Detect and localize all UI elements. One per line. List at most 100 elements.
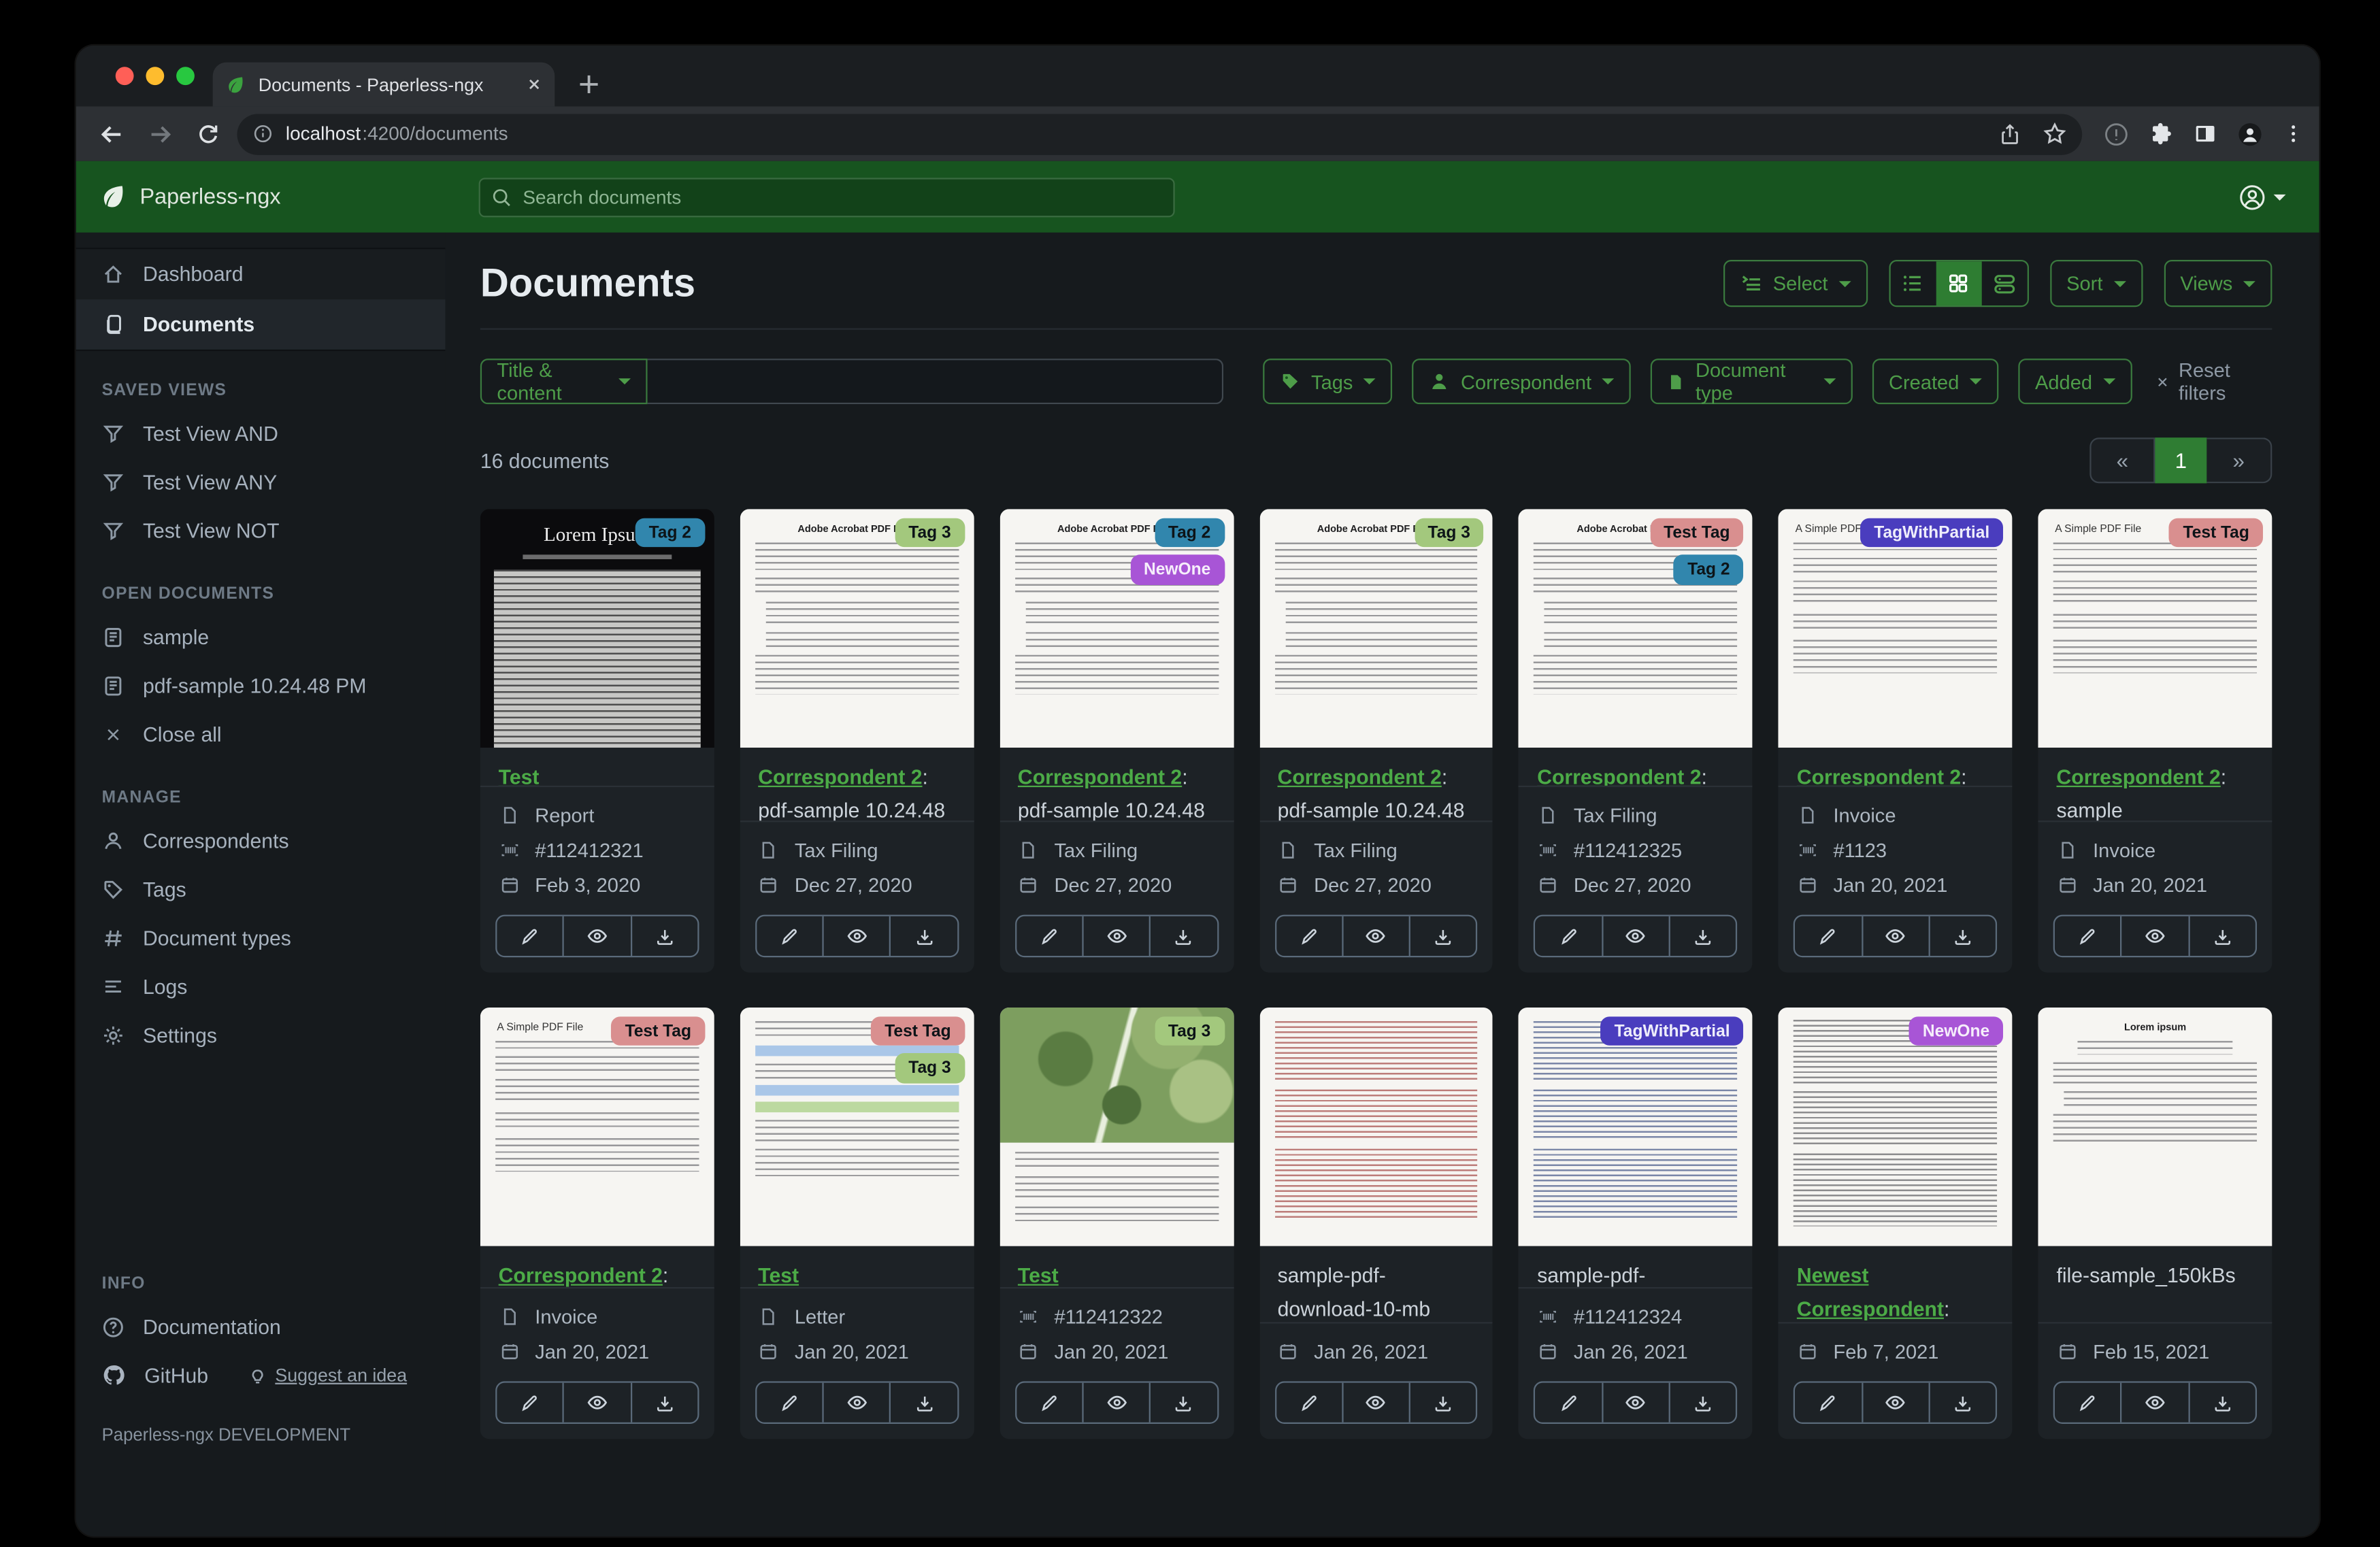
filter-field-button[interactable]: Title & content	[480, 359, 648, 404]
sidebar-item-sample[interactable]: sample	[76, 612, 446, 661]
download-button[interactable]	[2188, 1383, 2255, 1423]
tag-badge[interactable]: Test Tag	[871, 1016, 965, 1046]
download-button[interactable]	[1409, 916, 1476, 956]
document-thumbnail[interactable]	[1259, 1008, 1493, 1246]
tag-badge[interactable]: Tag 3	[1155, 1016, 1225, 1046]
side-panel-icon[interactable]	[2193, 122, 2217, 146]
address-bar[interactable]: localhost :4200/documents	[237, 113, 2082, 154]
tag-badge[interactable]: Test Tag	[611, 1016, 705, 1046]
tag-badge[interactable]: TagWithPartial	[1860, 518, 2003, 548]
pagination-first-button[interactable]: «	[2089, 437, 2155, 483]
correspondent-link[interactable]: Test Correspondent	[499, 766, 646, 787]
sidebar-item-tags[interactable]: Tags	[76, 865, 446, 913]
preview-button[interactable]	[1861, 916, 1928, 956]
tag-badge[interactable]: Tag 2	[635, 518, 706, 548]
correspondent-link[interactable]: Correspondent 2	[758, 766, 922, 789]
edit-button[interactable]	[1017, 1383, 1082, 1423]
tag-badge[interactable]: Test Tag	[2169, 518, 2263, 548]
extensions-puzzle-icon[interactable]	[2149, 122, 2173, 146]
suggest-idea-link[interactable]: Suggest an idea	[248, 1365, 407, 1386]
tab-close-icon[interactable]	[526, 76, 543, 93]
bookmark-star-icon[interactable]	[2043, 122, 2067, 146]
user-menu[interactable]	[2238, 183, 2285, 210]
filter-document-type-button[interactable]: Document type	[1651, 359, 1852, 404]
views-button[interactable]: Views	[2164, 260, 2272, 307]
close-window-button[interactable]	[116, 67, 134, 85]
share-icon[interactable]	[1998, 122, 2021, 146]
tag-badge[interactable]: Tag 2	[1155, 518, 1225, 548]
edit-button[interactable]	[1536, 916, 1602, 956]
sidebar-item-test-view-and[interactable]: Test View AND	[76, 409, 446, 457]
edit-button[interactable]	[2055, 916, 2121, 956]
preview-button[interactable]	[563, 916, 630, 956]
tag-badge[interactable]: Test Tag	[1650, 518, 1744, 548]
download-button[interactable]	[890, 1383, 957, 1423]
edit-button[interactable]	[757, 1383, 823, 1423]
profile-avatar-icon[interactable]	[2237, 121, 2263, 147]
correspondent-link[interactable]: Test Correspondent	[1018, 1264, 1165, 1288]
preview-button[interactable]	[823, 916, 890, 956]
pagination-last-button[interactable]: »	[2207, 437, 2272, 483]
correspondent-link[interactable]: Test Correspondent	[758, 1264, 905, 1288]
edit-button[interactable]	[1017, 916, 1082, 956]
preview-button[interactable]	[1602, 916, 1669, 956]
new-tab-button[interactable]	[576, 71, 602, 97]
sidebar-item-documents[interactable]: Documents	[76, 299, 446, 350]
site-info-icon[interactable]	[252, 123, 274, 144]
correspondent-link[interactable]: Correspondent 2	[1018, 766, 1182, 789]
filter-added-button[interactable]: Added	[2018, 359, 2132, 404]
document-thumbnail[interactable]: Lorem IpsumTag 2	[480, 509, 714, 748]
download-button[interactable]	[2188, 916, 2255, 956]
preview-button[interactable]	[1342, 916, 1409, 956]
edit-button[interactable]	[2055, 1383, 2121, 1423]
tag-badge[interactable]: Tag 2	[1674, 555, 1744, 584]
sidebar-item-settings[interactable]: Settings	[76, 1010, 446, 1059]
preview-button[interactable]	[1602, 1383, 1669, 1423]
document-thumbnail[interactable]: Test TagTag 3	[740, 1008, 974, 1246]
document-thumbnail[interactable]: Adobe Acrobat PDF FilesTag 3	[740, 509, 974, 748]
sidebar-item-test-view-any[interactable]: Test View ANY	[76, 457, 446, 505]
document-thumbnail[interactable]: Adobe Acrobat PDF FilesTag 3	[1259, 509, 1493, 748]
filter-correspondent-button[interactable]: Correspondent	[1412, 359, 1632, 404]
forward-button[interactable]	[140, 114, 180, 154]
download-button[interactable]	[890, 916, 957, 956]
sidebar-item-close-all[interactable]: Close all	[76, 710, 446, 758]
correspondent-link[interactable]: Correspondent 2	[499, 1264, 663, 1287]
correspondent-link[interactable]: Correspondent 2	[1537, 766, 1701, 787]
browser-tab[interactable]: Documents - Paperless-ngx	[213, 63, 555, 107]
download-button[interactable]	[1669, 1383, 1736, 1423]
sidebar-item-document-types[interactable]: Document types	[76, 913, 446, 961]
download-button[interactable]	[1149, 1383, 1217, 1423]
preview-button[interactable]	[563, 1383, 630, 1423]
sidebar-item-documentation[interactable]: Documentation	[76, 1302, 446, 1350]
document-thumbnail[interactable]: Adobe Acrobat PDF FilesTest TagTag 2	[1519, 509, 1753, 748]
edit-button[interactable]	[497, 916, 563, 956]
download-button[interactable]	[1149, 916, 1217, 956]
document-thumbnail[interactable]: TagWithPartial	[1519, 1008, 1753, 1246]
sidebar-item-pdf-sample-10-24-48-pm[interactable]: pdf-sample 10.24.48 PM	[76, 661, 446, 710]
reset-filters-button[interactable]: Reset filters	[2155, 359, 2272, 404]
tag-badge[interactable]: NewOne	[1909, 1016, 2004, 1046]
document-thumbnail[interactable]: A Simple PDF FileTest Tag	[2038, 509, 2272, 748]
document-thumbnail[interactable]: Tag 3	[999, 1008, 1234, 1246]
download-button[interactable]	[1928, 916, 1996, 956]
detail-view-button[interactable]	[1981, 261, 2027, 305]
correspondent-link[interactable]: Newest Correspondent	[1797, 1264, 1944, 1320]
reload-button[interactable]	[188, 114, 228, 154]
document-thumbnail[interactable]: A Simple PDF FileTagWithPartial	[1779, 509, 2013, 748]
preview-button[interactable]	[1342, 1383, 1409, 1423]
correspondent-link[interactable]: Correspondent 2	[1278, 766, 1442, 789]
github-link[interactable]: GitHub	[144, 1364, 208, 1387]
search-input[interactable]	[479, 177, 1175, 216]
edit-button[interactable]	[1276, 1383, 1342, 1423]
app-brand[interactable]: Paperless-ngx	[99, 182, 280, 211]
tag-badge[interactable]: NewOne	[1130, 555, 1225, 584]
edit-button[interactable]	[1796, 916, 1862, 956]
pagination-page-1[interactable]: 1	[2155, 437, 2207, 483]
minimize-window-button[interactable]	[146, 67, 164, 85]
correspondent-link[interactable]: Correspondent 2	[1797, 766, 1961, 787]
sidebar-item-test-view-not[interactable]: Test View NOT	[76, 506, 446, 554]
edit-button[interactable]	[497, 1383, 563, 1423]
preview-button[interactable]	[1082, 1383, 1149, 1423]
download-button[interactable]	[630, 916, 697, 956]
